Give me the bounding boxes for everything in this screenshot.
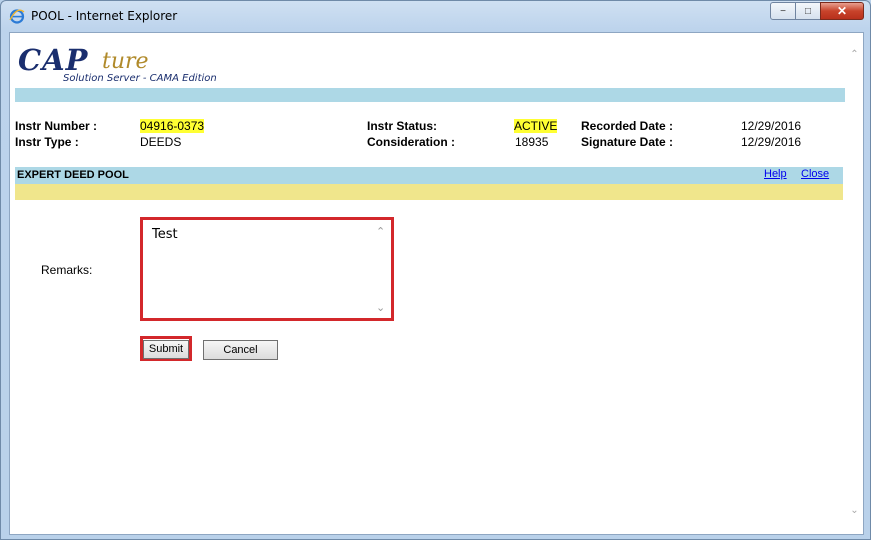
- submit-button-highlight: Submit: [140, 336, 192, 361]
- remarks-scrollbar[interactable]: ⌃ ⌄: [373, 222, 390, 316]
- section-sub-band: [15, 184, 843, 200]
- internet-explorer-icon: [9, 9, 25, 24]
- maximize-button[interactable]: □: [795, 2, 821, 20]
- page-content: CAP ture Solution Server - CAMA Edition …: [9, 32, 864, 535]
- instr-status-value: ACTIVE: [514, 119, 558, 133]
- instr-number-value: 04916-0373: [140, 119, 205, 133]
- page-scrollbar[interactable]: ⌃ ⌄: [846, 33, 863, 534]
- consideration-label: Consideration :: [367, 135, 456, 149]
- chevron-down-icon[interactable]: ⌄: [376, 301, 385, 314]
- submit-button[interactable]: Submit: [143, 339, 189, 359]
- close-window-button[interactable]: ✕: [820, 2, 864, 20]
- close-link[interactable]: Close: [801, 168, 829, 180]
- minimize-button[interactable]: −: [770, 2, 796, 20]
- signature-date-value: 12/29/2016: [741, 135, 802, 149]
- captures-logo: CAP ture Solution Server - CAMA Edition: [18, 39, 268, 85]
- logo-main-text: CAP: [18, 43, 89, 77]
- instr-status-label: Instr Status:: [367, 119, 438, 133]
- remarks-label: Remarks:: [41, 263, 93, 277]
- section-title: EXPERT DEED POOL: [17, 169, 129, 181]
- recorded-date-label: Recorded Date :: [581, 119, 674, 133]
- instr-type-label: Instr Type :: [15, 135, 79, 149]
- browser-window: POOL - Internet Explorer − □ ✕ CAP ture …: [0, 0, 871, 540]
- title-bar[interactable]: POOL - Internet Explorer − □ ✕: [1, 1, 870, 31]
- logo-script-text: ture: [102, 49, 149, 74]
- consideration-value: 18935: [515, 135, 549, 149]
- help-link[interactable]: Help: [764, 168, 787, 180]
- remarks-field-highlight: Test ⌃ ⌄: [140, 217, 394, 321]
- scroll-up-icon[interactable]: ⌃: [849, 49, 860, 60]
- instr-number-label: Instr Number :: [15, 119, 98, 133]
- header-divider-band: [15, 88, 845, 102]
- remarks-textarea[interactable]: Test: [145, 222, 373, 316]
- signature-date-label: Signature Date :: [581, 135, 674, 149]
- chevron-up-icon[interactable]: ⌃: [376, 225, 385, 238]
- cancel-button[interactable]: Cancel: [203, 340, 278, 360]
- logo-subtitle: Solution Server - CAMA Edition: [63, 73, 217, 84]
- scroll-down-icon[interactable]: ⌄: [849, 505, 860, 516]
- recorded-date-value: 12/29/2016: [741, 119, 802, 133]
- window-title: POOL - Internet Explorer: [31, 9, 178, 23]
- window-controls: − □ ✕: [770, 2, 864, 20]
- section-header-bar: EXPERT DEED POOL Help Close: [15, 167, 843, 184]
- instr-type-value: DEEDS: [140, 135, 182, 149]
